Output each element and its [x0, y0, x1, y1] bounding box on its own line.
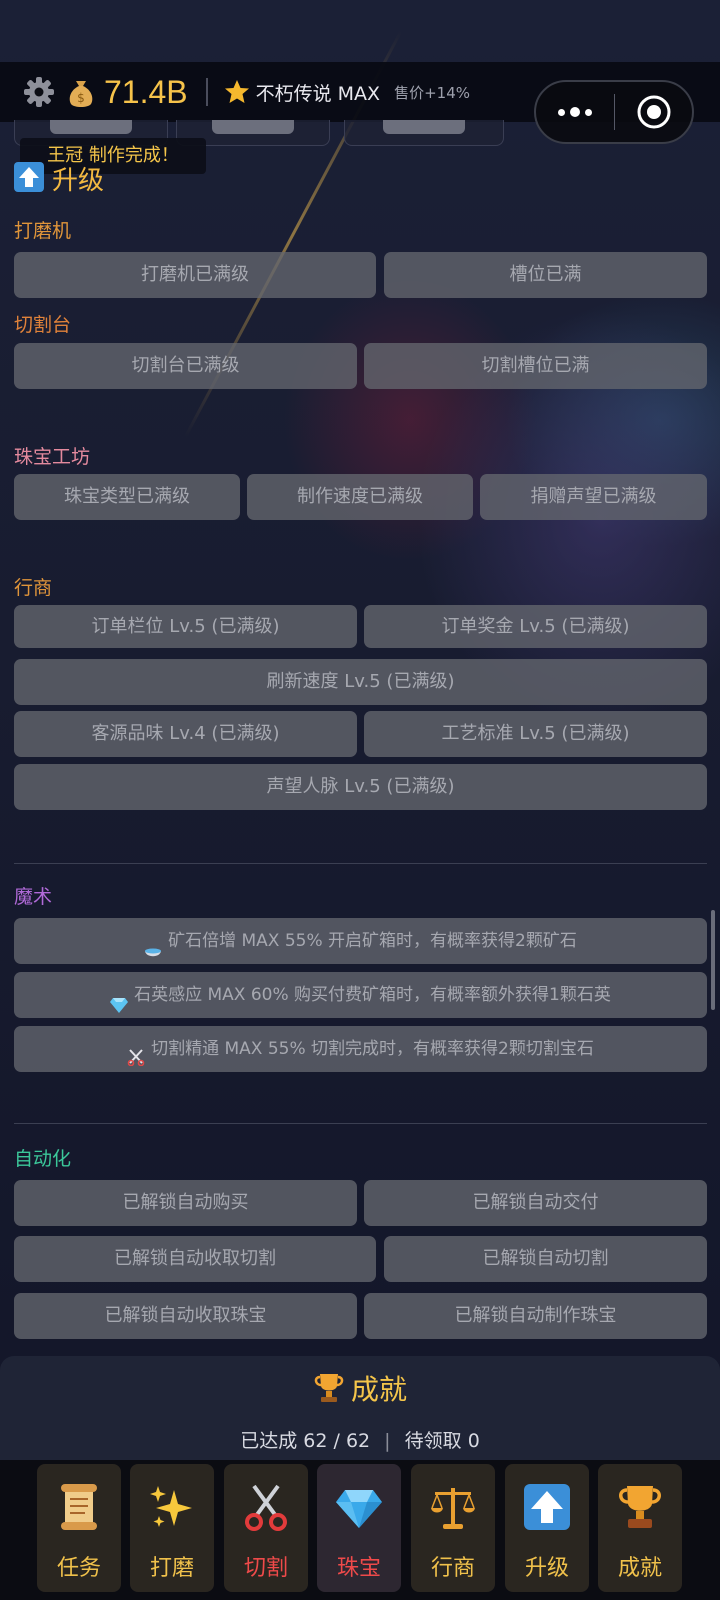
more-dot-icon [570, 107, 581, 117]
star-icon [224, 80, 249, 103]
hud-divider [205, 78, 208, 106]
gear-icon[interactable] [22, 75, 56, 109]
trophy-icon [619, 1486, 661, 1528]
cut-mastery-button[interactable]: 切割精通 MAX 55% 切割完成时，有概率获得2颗切割宝石 [14, 1026, 707, 1072]
jewel-type-button[interactable]: 珠宝类型已满级 [14, 474, 240, 520]
auto-cut-button[interactable]: 已解锁自动切割 [384, 1236, 707, 1282]
cut-mastery-label: 切割精通 MAX 55% 切割完成时，有概率获得2颗切割宝石 [151, 1039, 594, 1059]
diamond-icon [336, 1490, 382, 1528]
money-value: 71.4B [104, 73, 188, 110]
ore-multiply-label: 矿石倍增 MAX 55% 开启矿箱时，有概率获得2颗矿石 [168, 931, 577, 951]
merchant-section-label: 行商 [14, 577, 53, 599]
nav-tasks[interactable]: 任务 [37, 1464, 121, 1592]
scales-icon [431, 1488, 475, 1529]
section-divider [14, 863, 707, 864]
tab-stub[interactable] [344, 120, 504, 146]
ore-bowl-icon [144, 932, 162, 957]
grinder-section-label: 打磨机 [14, 220, 72, 242]
nav-merchant[interactable]: 行商 [411, 1464, 495, 1592]
achievement-pending-value: 0 [467, 1430, 480, 1452]
svg-text:$: $ [77, 91, 85, 105]
nav-cut[interactable]: 切割 [224, 1464, 308, 1592]
achievement-pending-label: 待领取 [404, 1430, 462, 1452]
nav-grind-label: 打磨 [149, 1556, 194, 1581]
nav-tasks-label: 任务 [56, 1556, 101, 1581]
nav-jewel[interactable]: 珠宝 [317, 1464, 401, 1592]
refresh-speed-button[interactable]: 刷新速度 Lv.5 (已满级) [14, 659, 707, 705]
quartz-sense-label: 石英感应 MAX 60% 购买付费矿箱时，有概率额外获得1颗石英 [134, 985, 611, 1005]
upgrade-arrow-icon [14, 162, 44, 192]
bottom-nav: 任务 打磨 切割 珠宝 行商 升级 成就 [0, 1460, 720, 1600]
prestige-network-button[interactable]: 声望人脉 Lv.5 (已满级) [14, 764, 707, 810]
scroll-icon [61, 1484, 97, 1530]
quartz-sense-button[interactable]: 石英感应 MAX 60% 购买付费矿箱时，有概率额外获得1颗石英 [14, 972, 707, 1018]
nav-achievement-label: 成就 [617, 1556, 662, 1581]
achievement-reached-label: 已达成 [240, 1430, 298, 1452]
more-dot-icon [585, 108, 593, 116]
order-bonus-button[interactable]: 订单奖金 Lv.5 (已满级) [364, 605, 707, 648]
customer-taste-button[interactable]: 客源品味 Lv.4 (已满级) [14, 711, 357, 757]
craft-speed-button[interactable]: 制作速度已满级 [247, 474, 473, 520]
auto-buy-button[interactable]: 已解锁自动购买 [14, 1180, 357, 1226]
scissors-icon [127, 1038, 145, 1067]
sale-bonus: 售价+14% [394, 83, 470, 102]
achievement-title: 成就 [350, 1373, 407, 1406]
craft-complete-toast: 王冠 制作完成！ [20, 138, 206, 174]
achievement-reached-value: 62 / 62 [303, 1430, 371, 1452]
auto-collect-jewel-button[interactable]: 已解锁自动收取珠宝 [14, 1293, 357, 1339]
donate-prestige-button[interactable]: 捐赠声望已满级 [480, 474, 707, 520]
player-title: 不朽传说 MAX [255, 82, 381, 105]
grinder-level-button[interactable]: 打磨机已满级 [14, 252, 376, 298]
trophy-icon [314, 1374, 344, 1402]
cutter-level-button[interactable]: 切割台已满级 [14, 343, 357, 389]
automation-section-label: 自动化 [14, 1148, 72, 1170]
achievement-stats: 已达成 62 / 62 | 待领取 0 [0, 1426, 720, 1453]
workshop-section-label: 珠宝工坊 [14, 446, 91, 468]
diamond-icon [110, 985, 129, 1013]
nav-upgrade[interactable]: 升级 [505, 1464, 589, 1592]
nav-grind[interactable]: 打磨 [130, 1464, 214, 1592]
money-bag-icon: $ [69, 81, 93, 107]
nav-achievement[interactable]: 成就 [598, 1464, 682, 1592]
stats-separator: | [384, 1430, 391, 1452]
nav-cut-label: 切割 [243, 1556, 288, 1581]
upgrade-arrow-icon [524, 1484, 570, 1530]
magic-section-label: 魔术 [14, 886, 53, 908]
upgrade-section-title: 升级 [52, 166, 105, 196]
more-dot-icon [558, 108, 566, 116]
nav-upgrade-label: 升级 [524, 1556, 569, 1581]
craft-standard-button[interactable]: 工艺标准 Lv.5 (已满级) [364, 711, 707, 757]
scissors-icon [245, 1484, 287, 1531]
scrollbar[interactable] [711, 910, 715, 1010]
achievement-panel[interactable]: 成就 已达成 62 / 62 | 待领取 0 [0, 1356, 720, 1460]
ore-multiply-button[interactable]: 矿石倍增 MAX 55% 开启矿箱时，有概率获得2颗矿石 [14, 918, 707, 964]
nav-jewel-label: 珠宝 [336, 1556, 381, 1581]
grinder-slot-button[interactable]: 槽位已满 [384, 252, 707, 298]
achievement-header: 成就 [0, 1368, 720, 1408]
cutter-slot-button[interactable]: 切割槽位已满 [364, 343, 707, 389]
auto-collect-cut-button[interactable]: 已解锁自动收取切割 [14, 1236, 376, 1282]
nav-merchant-label: 行商 [430, 1556, 475, 1581]
order-slots-button[interactable]: 订单栏位 Lv.5 (已满级) [14, 605, 357, 648]
auto-craft-jewel-button[interactable]: 已解锁自动制作珠宝 [364, 1293, 707, 1339]
sparkles-icon [150, 1486, 192, 1527]
auto-deliver-button[interactable]: 已解锁自动交付 [364, 1180, 707, 1226]
cutter-section-label: 切割台 [14, 314, 72, 336]
section-divider [14, 1123, 707, 1124]
